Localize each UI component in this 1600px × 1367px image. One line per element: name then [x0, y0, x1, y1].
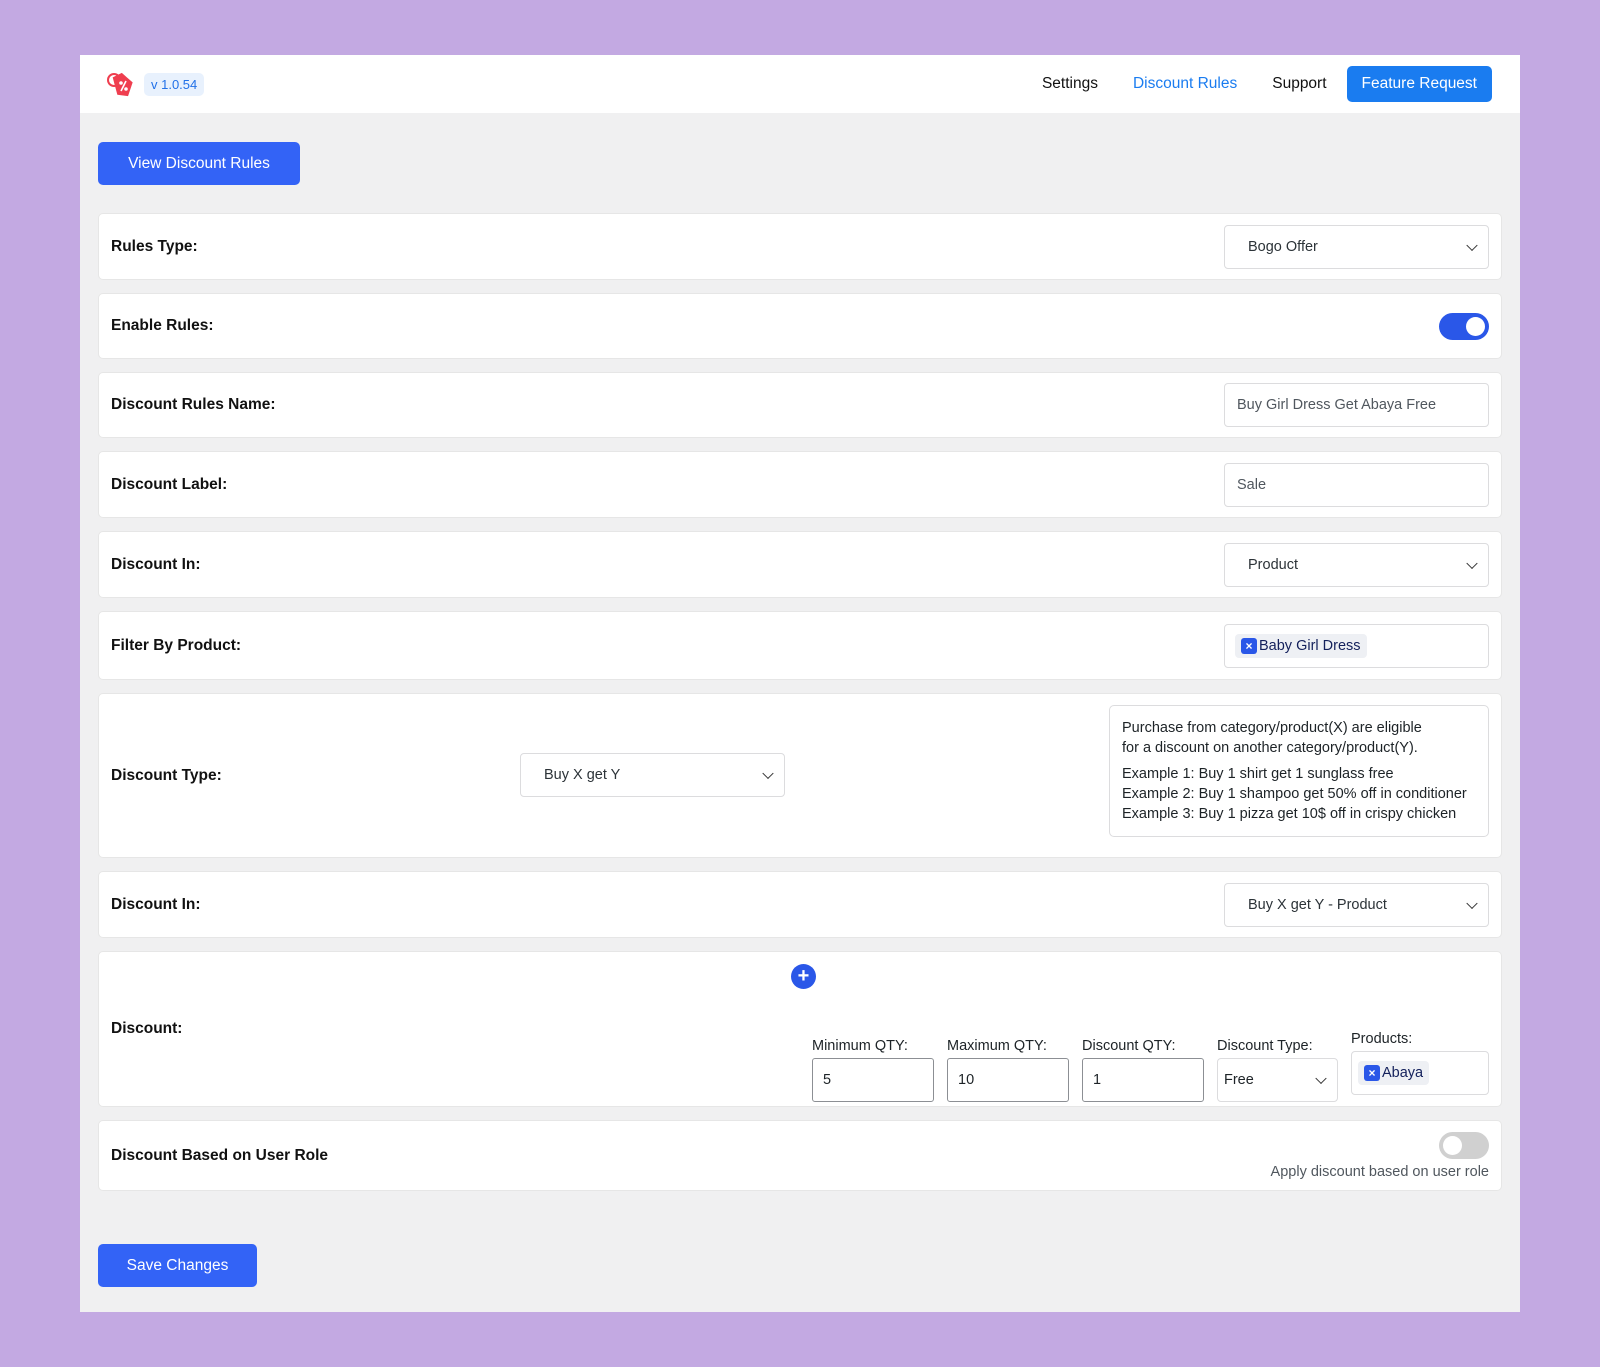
- product-tag-label: Baby Girl Dress: [1259, 637, 1361, 654]
- view-discount-rules-button[interactable]: View Discount Rules: [98, 142, 300, 185]
- discount-type-sub-label: Discount Type:: [1217, 1038, 1313, 1054]
- rules-type-select[interactable]: Bogo Offer: [1224, 224, 1489, 269]
- enable-rules-label: Enable Rules:: [111, 317, 214, 334]
- chevron-down-icon: [1466, 239, 1478, 251]
- discount-row: Discount: + Minimum QTY: 5 Maximum QTY: …: [98, 951, 1502, 1107]
- nav-settings[interactable]: Settings: [1042, 75, 1098, 93]
- top-bar: v 1.0.54 Settings Discount Rules Support…: [80, 55, 1520, 113]
- discount-in-select[interactable]: Product: [1224, 542, 1489, 587]
- discount-type-select[interactable]: Buy X get Y: [520, 753, 785, 797]
- nav-discount-rules[interactable]: Discount Rules: [1133, 75, 1237, 93]
- plus-icon[interactable]: +: [791, 964, 816, 989]
- discount-tag-icon: [102, 66, 138, 102]
- feature-request-button[interactable]: Feature Request: [1346, 66, 1492, 102]
- enable-rules-toggle[interactable]: [1439, 312, 1489, 340]
- discount-qty-value: 1: [1093, 1072, 1102, 1088]
- info-line-2: for a discount on another category/produ…: [1122, 740, 1418, 756]
- user-role-row: Discount Based on User Role Apply discou…: [98, 1120, 1502, 1191]
- rules-name-input[interactable]: Buy Girl Dress Get Abaya Free: [1224, 383, 1489, 427]
- discount-type-label: Discount Type:: [111, 766, 222, 784]
- product-tag: × Abaya: [1358, 1061, 1430, 1085]
- product-tag: × Baby Girl Dress: [1235, 633, 1367, 658]
- max-qty-label: Maximum QTY:: [947, 1038, 1047, 1054]
- discount-label-label: Discount Label:: [111, 475, 228, 493]
- min-qty-input[interactable]: 5: [812, 1058, 934, 1102]
- app-window: v 1.0.54 Settings Discount Rules Support…: [80, 55, 1520, 1312]
- discount-label-input[interactable]: Sale: [1224, 462, 1489, 507]
- rules-type-label: Rules Type:: [111, 237, 198, 255]
- nav-support[interactable]: Support: [1272, 75, 1326, 93]
- chevron-down-icon: [1315, 1072, 1327, 1085]
- info-example-3: Example 3: Buy 1 pizza get 10$ off in cr…: [1122, 806, 1457, 822]
- discount-type-info: Purchase from category/product(X) are el…: [1109, 705, 1489, 837]
- rules-name-row: Discount Rules Name: Buy Girl Dress Get …: [98, 372, 1502, 438]
- rules-type-row: Rules Type: Bogo Offer: [98, 213, 1502, 280]
- min-qty-value: 5: [823, 1072, 832, 1088]
- discount-type-value: Buy X get Y: [544, 767, 621, 783]
- products-group: Products: × Abaya: [1351, 1031, 1489, 1095]
- discount-type-sub-select[interactable]: Free: [1217, 1058, 1338, 1102]
- user-role-help: Apply discount based on user role: [1270, 1163, 1489, 1180]
- discount-type-group: Discount Type: Free: [1217, 1038, 1338, 1102]
- rules-name-label: Discount Rules Name:: [111, 396, 276, 413]
- discount-in-bxgy-row: Discount In: Buy X get Y - Product: [98, 871, 1502, 938]
- discount-in-bxgy-value: Buy X get Y - Product: [1248, 896, 1387, 913]
- max-qty-value: 10: [958, 1072, 975, 1088]
- top-nav: Settings Discount Rules Support Feature …: [1007, 66, 1492, 102]
- min-qty-group: Minimum QTY: 5: [812, 1038, 934, 1102]
- discount-type-sub-value: Free: [1224, 1072, 1254, 1088]
- discount-qty-group: Discount QTY: 1: [1082, 1038, 1204, 1102]
- rules-name-value: Buy Girl Dress Get Abaya Free: [1237, 397, 1437, 413]
- x-icon[interactable]: ×: [1241, 637, 1257, 654]
- version-badge: v 1.0.54: [144, 72, 205, 96]
- filter-by-product-input[interactable]: × Baby Girl Dress: [1224, 623, 1489, 668]
- discount-type-row: Discount Type: Buy X get Y Purchase from…: [98, 693, 1502, 858]
- discount-in-bxgy-label: Discount In:: [111, 895, 201, 913]
- x-icon[interactable]: ×: [1364, 1065, 1380, 1081]
- discount-label-value: Sale: [1237, 476, 1267, 493]
- products-label: Products:: [1351, 1031, 1413, 1047]
- chevron-down-icon: [1466, 557, 1478, 569]
- max-qty-group: Maximum QTY: 10: [947, 1038, 1069, 1102]
- rules-type-value: Bogo Offer: [1248, 238, 1318, 255]
- info-line-1: Purchase from category/product(X) are el…: [1122, 720, 1422, 736]
- discount-label-row: Discount Label: Sale: [98, 451, 1502, 518]
- filter-by-product-label: Filter By Product:: [111, 636, 242, 654]
- discount-in-value: Product: [1248, 556, 1298, 573]
- chevron-down-icon: [1466, 897, 1478, 909]
- info-example-1: Example 1: Buy 1 shirt get 1 sunglass fr…: [1122, 766, 1394, 782]
- info-example-2: Example 2: Buy 1 shampoo get 50% off in …: [1122, 786, 1467, 802]
- discount-in-row: Discount In: Product: [98, 531, 1502, 598]
- discount-fields: Minimum QTY: 5 Maximum QTY: 10 Discount …: [812, 1031, 1489, 1102]
- discount-in-bxgy-select[interactable]: Buy X get Y - Product: [1224, 882, 1489, 927]
- chevron-down-icon: [762, 767, 774, 780]
- max-qty-input[interactable]: 10: [947, 1058, 1069, 1102]
- main-content: View Discount Rules Rules Type: Bogo Off…: [80, 113, 1520, 1287]
- product-tag-label: Abaya: [1382, 1065, 1424, 1081]
- user-role-label: Discount Based on User Role: [111, 1146, 329, 1164]
- save-changes-button[interactable]: Save Changes: [98, 1244, 257, 1287]
- discount-qty-label: Discount QTY:: [1082, 1038, 1176, 1054]
- user-role-control: Apply discount based on user role: [1270, 1131, 1489, 1180]
- discount-in-label: Discount In:: [111, 555, 201, 573]
- products-input[interactable]: × Abaya: [1351, 1051, 1489, 1095]
- user-role-toggle[interactable]: [1439, 1131, 1489, 1159]
- discount-qty-input[interactable]: 1: [1082, 1058, 1204, 1102]
- min-qty-label: Minimum QTY:: [812, 1038, 908, 1054]
- discount-label: Discount:: [111, 1020, 183, 1037]
- enable-rules-row: Enable Rules:: [98, 293, 1502, 359]
- filter-by-product-row: Filter By Product: × Baby Girl Dress: [98, 611, 1502, 680]
